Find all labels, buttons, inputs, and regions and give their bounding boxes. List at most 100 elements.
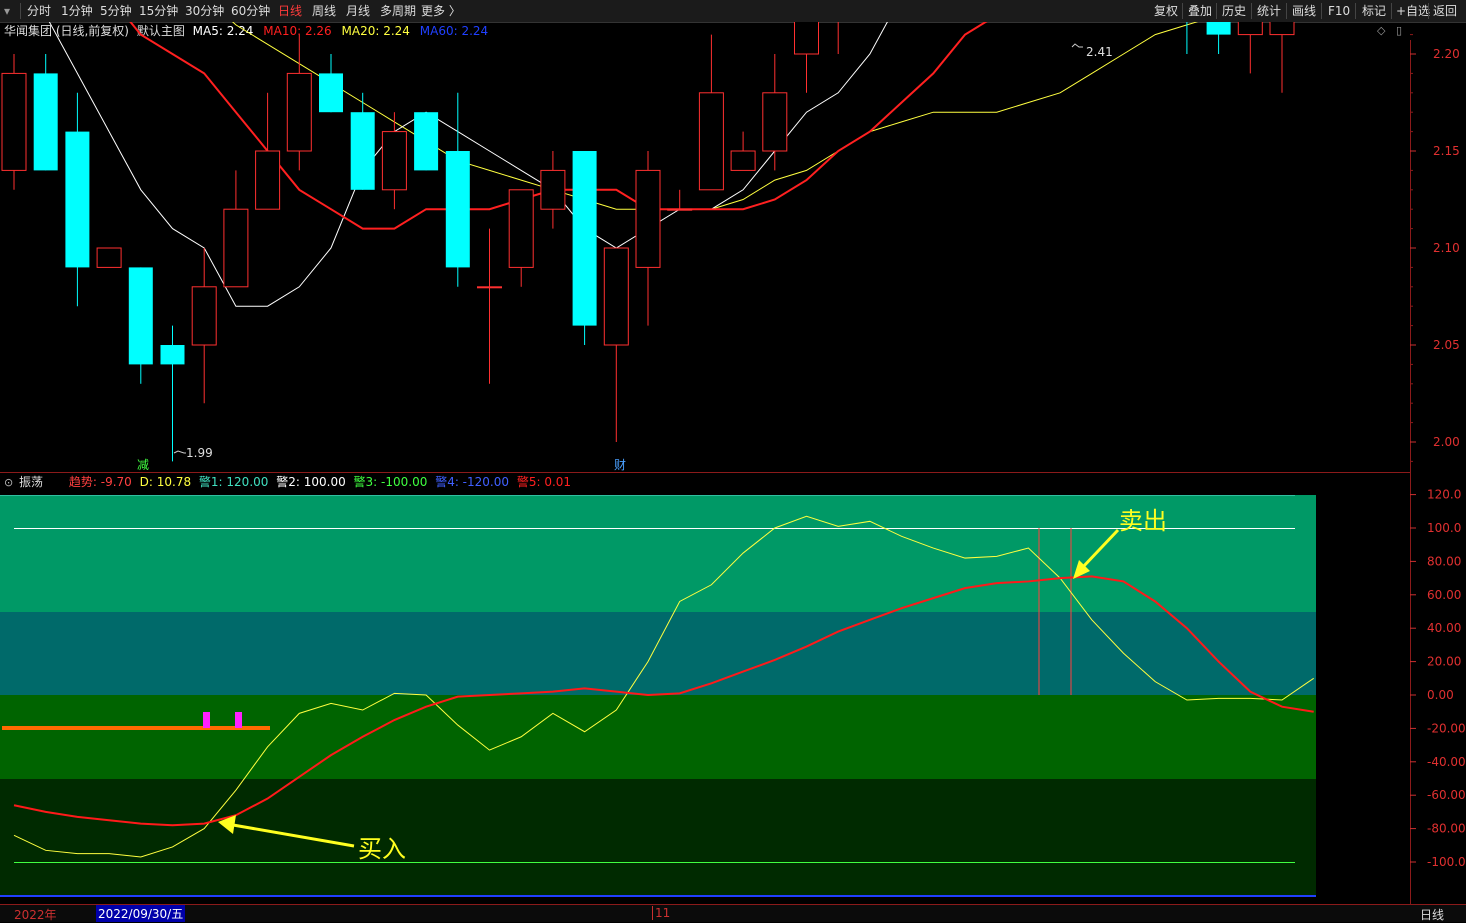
candle[interactable]	[1206, 22, 1231, 54]
candle-body-up	[667, 208, 693, 211]
candle[interactable]	[667, 189, 693, 211]
candle[interactable]	[826, 22, 850, 54]
candle[interactable]	[1, 54, 27, 190]
candle-body-up	[191, 286, 217, 346]
toolbar-divider	[20, 3, 21, 19]
candle[interactable]	[160, 325, 185, 462]
candle[interactable]	[1175, 22, 1199, 54]
period-tab-daily[interactable]: 日线	[278, 3, 302, 19]
period-tab-intraday[interactable]: 分时	[27, 3, 51, 19]
osc-tick-label: 40.00	[1427, 621, 1461, 635]
f10-button[interactable]: F10	[1328, 3, 1350, 19]
buy-marker-2	[235, 712, 242, 728]
buy-annotation: 买入	[358, 835, 406, 863]
candle[interactable]	[540, 151, 566, 229]
period-toolbar: ▾ 分时 1分钟 5分钟 15分钟 30分钟 60分钟 日线 周线 月线 多周期…	[0, 0, 1466, 23]
draw-line-button[interactable]: 画线	[1292, 3, 1316, 19]
ma5-line	[48, 22, 888, 307]
osc-tick-label: 0.00	[1427, 688, 1454, 702]
candle[interactable]	[255, 92, 281, 210]
candle-body-up	[255, 150, 281, 210]
sell-annotation: 卖出	[1119, 507, 1167, 535]
candle[interactable]	[603, 247, 629, 442]
candle[interactable]	[65, 92, 90, 307]
candle[interactable]	[572, 151, 597, 345]
high-price-label: 2.41	[1086, 45, 1113, 59]
candle-body-up	[794, 22, 819, 55]
candle[interactable]	[191, 248, 217, 404]
candle[interactable]	[698, 34, 724, 191]
candle-body-up	[96, 247, 122, 268]
candle-body-down	[33, 73, 58, 171]
candle-body-down	[1206, 22, 1231, 35]
period-tab-multi[interactable]: 多周期	[380, 3, 416, 19]
candle-body-down	[319, 73, 343, 113]
candle-body-up	[1, 72, 27, 171]
candle[interactable]	[223, 170, 249, 288]
mark-button[interactable]: 标记	[1362, 3, 1386, 19]
candle-body-down	[572, 151, 597, 326]
toolbar-divider	[1355, 3, 1356, 19]
zone-bottom	[0, 779, 1316, 896]
candle-body-up	[1237, 22, 1263, 36]
toolbar-divider	[1286, 3, 1287, 19]
period-tab-weekly[interactable]: 周线	[312, 3, 336, 19]
period-tab-monthly[interactable]: 月线	[346, 3, 370, 19]
candle[interactable]	[794, 22, 819, 93]
event-marker-finance[interactable]: 财	[614, 458, 626, 472]
candle[interactable]	[635, 151, 661, 326]
period-tab-5min[interactable]: 5分钟	[100, 3, 132, 19]
toolbar-divider	[1391, 3, 1392, 19]
osc-tick-label: -80.00	[1427, 822, 1466, 836]
candle[interactable]	[96, 247, 122, 268]
candle-body-up	[381, 131, 407, 191]
candle-body-down	[445, 151, 470, 268]
menu-icon[interactable]: ▾	[4, 3, 10, 19]
overlay-button[interactable]: 叠加	[1188, 3, 1212, 19]
event-marker-reduce[interactable]: 减	[137, 458, 149, 472]
price-tick-label: 2.15	[1433, 144, 1460, 158]
candle-body-down	[65, 131, 90, 268]
ma10-line	[129, 22, 988, 230]
candle[interactable]	[762, 54, 788, 171]
toolbar-divider	[1182, 3, 1183, 19]
toolbar-divider	[1321, 3, 1322, 19]
candle[interactable]	[477, 228, 502, 384]
back-button[interactable]: 返回	[1433, 3, 1457, 19]
period-label[interactable]: 日线	[1420, 906, 1444, 923]
candle-body-down	[160, 345, 185, 365]
period-tab-15min[interactable]: 15分钟	[139, 3, 178, 19]
candle[interactable]	[1237, 22, 1263, 74]
period-tab-more[interactable]: 更多 〉	[421, 3, 461, 19]
period-tab-30min[interactable]: 30分钟	[185, 3, 224, 19]
price-tick-label: 2.10	[1433, 241, 1460, 255]
candle[interactable]	[319, 54, 343, 113]
candle-body-down	[350, 112, 375, 190]
low-price-label: 1.99	[186, 446, 213, 460]
date-axis-bar: 2022年 2022/09/30/五 11 日线	[0, 904, 1466, 922]
oscillator-chart[interactable]: 120.0 100.0 80.00 60.00 40.00 20.00 0.00 -20.00…	[0, 474, 1466, 904]
candle[interactable]	[445, 92, 470, 287]
candle[interactable]	[1269, 22, 1295, 93]
cursor-date-label: 2022/09/30/五	[96, 905, 186, 922]
candle[interactable]	[730, 131, 756, 171]
period-tab-1min[interactable]: 1分钟	[61, 3, 93, 19]
candle-body-up	[477, 286, 502, 289]
candle[interactable]	[128, 267, 153, 384]
price-tick-label: 2.20	[1433, 47, 1460, 61]
adjust-button[interactable]: 复权	[1154, 3, 1178, 19]
candle-body-up	[762, 92, 788, 152]
candle[interactable]	[286, 34, 312, 171]
candle[interactable]	[414, 112, 439, 171]
add-watchlist-button[interactable]: +自选	[1396, 3, 1430, 19]
candle-body-up	[635, 169, 661, 268]
panel-divider	[0, 472, 1410, 473]
statistics-button[interactable]: 统计	[1257, 3, 1281, 19]
history-button[interactable]: 历史	[1222, 3, 1246, 19]
candlestick-chart[interactable]: 2.402.352.302.252.202.152.102.052.00 2.4…	[0, 22, 1466, 474]
high-marker	[1071, 43, 1083, 48]
month-mark: 11	[652, 906, 670, 920]
candle[interactable]	[508, 189, 534, 287]
candle[interactable]	[33, 54, 58, 171]
period-tab-60min[interactable]: 60分钟	[231, 3, 270, 19]
